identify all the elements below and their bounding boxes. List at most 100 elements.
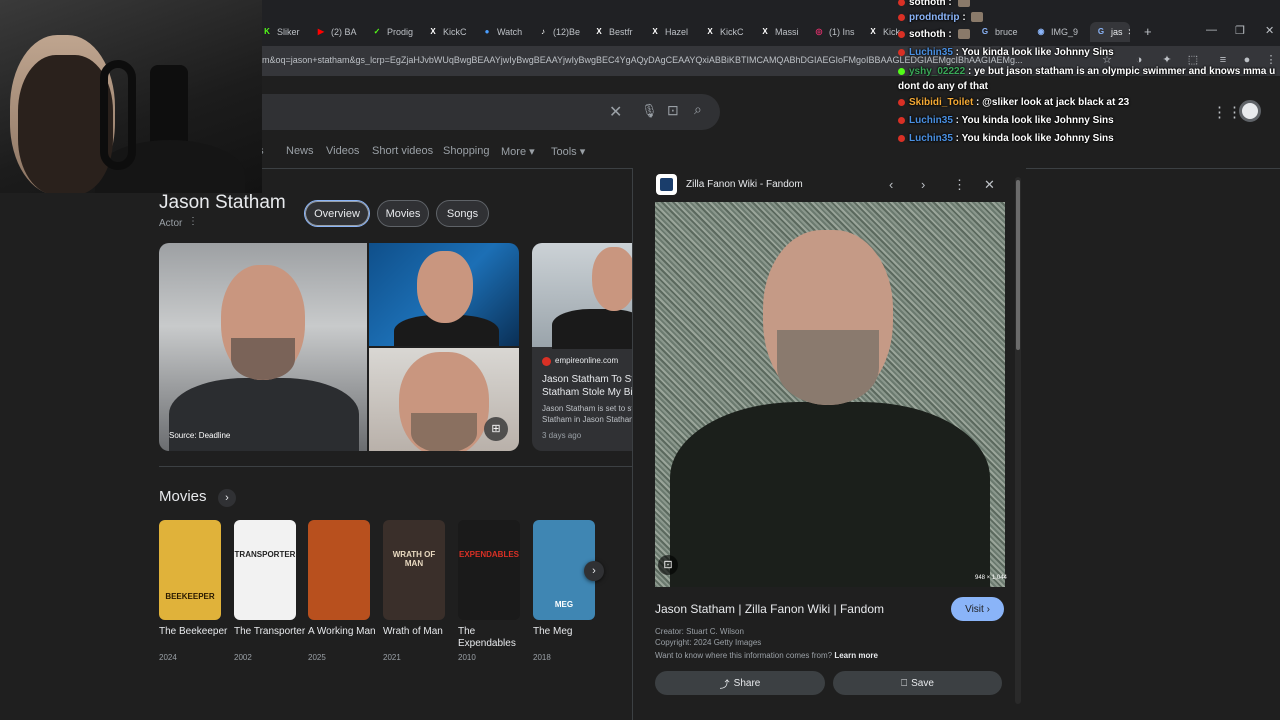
viewer-site-name[interactable]: Zilla Fanon Wiki - Fandom — [686, 179, 803, 190]
movie-poster[interactable]: WRATH OF MAN — [383, 520, 445, 620]
browser-tab[interactable]: K Sliker — [262, 22, 310, 42]
news-time: 3 days ago — [542, 431, 582, 440]
chat-username: Luchin35 — [909, 115, 953, 126]
tab-label: Bestfr — [609, 27, 633, 37]
chat-username: sothoth — [909, 29, 946, 40]
chat-emote-icon — [957, 29, 970, 40]
chat-username: Luchin35 — [909, 47, 953, 58]
site-favicon-icon — [656, 174, 677, 195]
tab-favicon-icon: ✓ — [373, 27, 381, 36]
entity-subtitle: Actor — [159, 218, 183, 229]
image-dimensions: 948 × 1,044 — [975, 575, 1007, 581]
poster-text: WRATH OF MAN — [392, 550, 436, 568]
movie-year: 2002 — [234, 653, 252, 662]
more-options-icon[interactable]: ⋮ — [188, 216, 198, 227]
close-viewer-icon[interactable]: ✕ — [984, 177, 995, 193]
learn-more-link[interactable]: Learn more — [834, 651, 878, 660]
movie-poster[interactable]: EXPENDABLES — [458, 520, 520, 620]
browser-tab[interactable]: X KickC — [705, 22, 753, 42]
entity-main-photo[interactable] — [159, 243, 367, 451]
photo-source-label: Source: Deadline — [169, 431, 231, 440]
browser-tab[interactable]: X Hazel — [650, 22, 698, 42]
browser-tab[interactable]: ● Watch — [482, 22, 530, 42]
browser-tab[interactable]: ✓ Prodig — [372, 22, 420, 42]
chip-songs[interactable]: Songs — [436, 200, 489, 227]
viewer-large-image[interactable] — [655, 202, 1005, 587]
browser-tab[interactable]: X KickC — [428, 22, 476, 42]
chat-text: You kinda look like Johnny Sins — [961, 115, 1114, 126]
previous-image-icon[interactable]: ‹ — [889, 177, 893, 192]
movie-poster[interactable]: BEEKEEPER — [159, 520, 221, 620]
news-source: empireonline.com — [555, 356, 619, 365]
tab-favicon-icon: X — [870, 27, 876, 36]
browser-tab[interactable]: ♪ (12)Be — [538, 22, 586, 42]
tab-more[interactable]: More ▾ — [501, 145, 535, 158]
viewer-scroll-thumb[interactable] — [1016, 180, 1020, 350]
chat-badge-icon — [898, 48, 905, 56]
news-snippet: Jason Statham is set to star a Statham i… — [542, 404, 645, 424]
browser-tab[interactable]: ▶ (2) BA — [316, 22, 364, 42]
tab-favicon-icon: X — [430, 27, 436, 36]
movie-poster[interactable]: TRANSPORTER — [234, 520, 296, 620]
tab-label: (12)Be — [553, 27, 581, 37]
news-title[interactable]: Jason Statham To Star In Statham Stole M… — [542, 373, 645, 399]
tab-short-videos[interactable]: Short videos — [372, 145, 433, 157]
movie-title[interactable]: The Transporter — [234, 626, 306, 638]
movie-year: 2010 — [458, 653, 476, 662]
chip-overview[interactable]: Overview — [304, 200, 370, 227]
movie-title[interactable]: The Beekeeper — [159, 626, 231, 638]
share-button[interactable]: ⤴ Share — [655, 671, 825, 695]
chip-movies[interactable]: Movies — [377, 200, 429, 227]
photo-face-shape — [592, 247, 636, 311]
chat-separator: : — [952, 115, 962, 126]
tab-favicon-icon: K — [264, 27, 270, 36]
carousel-next-icon[interactable]: › — [584, 561, 604, 581]
tab-favicon-icon: ◎ — [815, 27, 823, 36]
chat-emote-icon — [957, 0, 970, 8]
tab-favicon-icon: ♪ — [541, 27, 545, 36]
image-creator: Creator: Stuart C. Wilson — [655, 627, 744, 636]
image-expand-icon[interactable]: ⊞ — [484, 417, 508, 441]
viewer-image-title[interactable]: Jason Statham | Zilla Fanon Wiki | Fando… — [655, 602, 884, 616]
movies-heading[interactable]: Movies — [159, 488, 207, 505]
tab-tools-label: Tools — [551, 146, 577, 158]
movie-title[interactable]: A Working Man — [308, 626, 380, 638]
chat-message: Luchin35 : You kinda look like Johnny Si… — [898, 115, 1114, 126]
chat-username: Luchin35 — [909, 133, 953, 144]
save-button[interactable]: ⎕ Save — [833, 671, 1002, 695]
entity-photo-2[interactable] — [369, 243, 519, 346]
photo-face-shape — [417, 251, 473, 323]
tab-shopping[interactable]: Shopping — [443, 145, 490, 157]
movie-title[interactable]: The Expendables — [458, 626, 530, 650]
tab-tools[interactable]: Tools ▾ — [551, 145, 585, 158]
google-lens-icon[interactable]: ⊡ — [667, 102, 679, 119]
google-lens-icon[interactable]: ⊡ — [658, 555, 678, 575]
section-divider — [159, 466, 645, 467]
microphone-icon[interactable]: 🎙 — [641, 103, 658, 119]
clear-search-icon[interactable]: ✕ — [609, 102, 622, 122]
movie-title[interactable]: Wrath of Man — [383, 626, 455, 638]
tab-news[interactable]: News — [286, 145, 314, 157]
chat-badge-icon — [898, 0, 905, 6]
movie-poster[interactable] — [308, 520, 370, 620]
chat-message: prodndtrip : — [898, 12, 984, 23]
visit-button[interactable]: Visit › — [951, 597, 1004, 621]
browser-tab[interactable]: X Kick — [868, 22, 902, 42]
browser-tab[interactable]: ◎ (1) Ins — [814, 22, 862, 42]
save-label: Save — [911, 677, 934, 689]
next-image-icon[interactable]: › — [921, 177, 925, 192]
chevron-right-icon: › — [986, 603, 990, 615]
movie-title[interactable]: The Meg — [533, 626, 605, 638]
browser-tab[interactable]: X Bestfr — [594, 22, 642, 42]
tab-favicon-icon: X — [652, 27, 658, 36]
more-options-icon[interactable]: ⋮ — [953, 177, 966, 193]
chevron-right-icon[interactable]: › — [218, 489, 236, 507]
search-icon[interactable]: ⌕ — [694, 101, 702, 118]
news-card[interactable]: empireonline.com Jason Statham To Star I… — [532, 243, 645, 451]
movie-year: 2018 — [533, 653, 551, 662]
chat-badge-icon — [898, 30, 905, 38]
stream-chat-overlay: sothoth : prodndtrip : sothoth : Luchin3… — [898, 0, 1280, 150]
browser-tab[interactable]: X Massi — [760, 22, 808, 42]
movie-year: 2024 — [159, 653, 177, 662]
tab-videos[interactable]: Videos — [326, 145, 359, 157]
